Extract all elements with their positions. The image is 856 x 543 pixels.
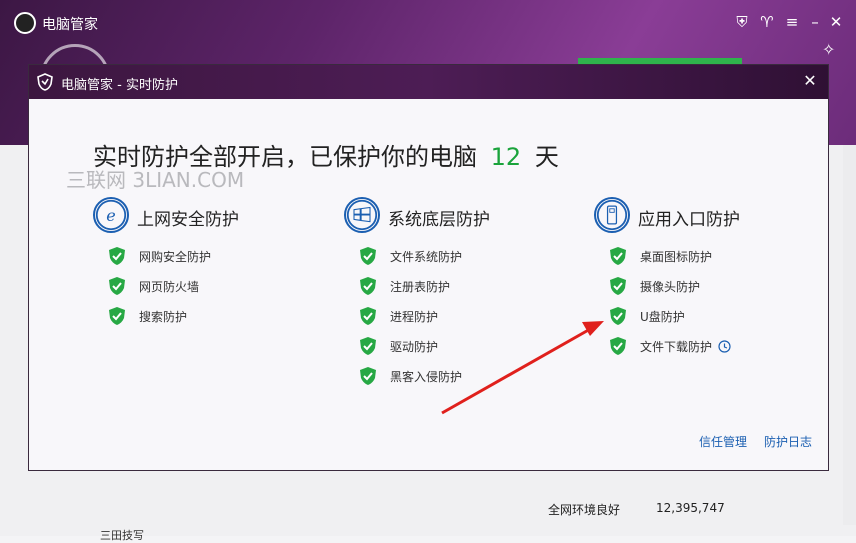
item-label: 网购安全防护: [139, 250, 212, 264]
network-status: 全网环境良好: [548, 503, 621, 517]
shield-icon[interactable]: ⛨: [732, 12, 752, 32]
minimize-icon[interactable]: –: [805, 12, 825, 32]
item-label: 搜索防护: [139, 310, 188, 324]
column-title: 上网安全防护: [137, 210, 239, 230]
item-label: 桌面图标防护: [640, 250, 713, 264]
item-label: 摄像头防护: [640, 280, 701, 294]
app-title: 电脑管家: [42, 17, 98, 33]
protection-log-link[interactable]: 防护日志: [764, 433, 812, 450]
item-label-text: 文件下载防护: [640, 340, 713, 354]
check-shield-icon: [109, 307, 125, 325]
check-shield-icon: [360, 277, 376, 295]
background-bottom-text: 三田技写: [100, 529, 144, 542]
check-shield-icon: [109, 277, 125, 295]
download-clock-icon[interactable]: [718, 340, 731, 353]
protection-count: 12,395,747: [656, 501, 725, 515]
item-label: U盘防护: [640, 310, 685, 324]
windows-icon: [344, 197, 380, 233]
check-shield-icon: [610, 277, 626, 295]
usb-icon: [594, 197, 630, 233]
check-shield-icon: [360, 307, 376, 325]
realtime-protection-dialog: 电脑管家 - 实时防护 ✕ 实时防护全部开启，已保护你的电脑 12 天 三联网 …: [28, 64, 829, 471]
close-icon[interactable]: ✕: [826, 12, 846, 32]
sparkle-icon: ✧: [822, 40, 836, 59]
check-shield-icon: [109, 247, 125, 265]
item-label: 进程防护: [390, 310, 439, 324]
shield-logo-icon: [37, 73, 53, 91]
check-shield-icon: [610, 247, 626, 265]
watermark-text: 三联网 3LIAN.COM: [66, 168, 245, 192]
item-label: 驱动防护: [390, 340, 439, 354]
check-shield-icon: [360, 247, 376, 265]
ie-icon: e: [93, 197, 129, 233]
item-label: 文件下载防护: [640, 338, 731, 355]
headline-unit: 天: [534, 143, 559, 171]
item-label: 网页防火墙: [139, 280, 200, 294]
svg-text:e: e: [106, 206, 115, 225]
app-logo-icon: [14, 12, 36, 34]
dialog-close-button[interactable]: ✕: [800, 71, 820, 91]
check-shield-icon: [360, 337, 376, 355]
dialog-titlebar[interactable]: 电脑管家 - 实时防护 ✕: [29, 65, 828, 99]
item-label: 注册表防护: [390, 280, 451, 294]
check-shield-icon: [610, 337, 626, 355]
column-title: 系统底层防护: [388, 210, 490, 230]
protected-days: 12: [490, 143, 522, 171]
check-shield-icon: [610, 307, 626, 325]
column-title: 应用入口防护: [638, 210, 740, 230]
skin-icon[interactable]: ♈: [757, 12, 777, 32]
item-label: 黑客入侵防护: [390, 370, 463, 384]
menu-icon[interactable]: ≡: [782, 12, 802, 32]
background-scroll-area: [843, 145, 856, 525]
trust-management-link[interactable]: 信任管理: [699, 433, 747, 450]
item-label: 文件系统防护: [390, 250, 463, 264]
dialog-title: 电脑管家 - 实时防护: [61, 78, 178, 93]
check-shield-icon: [360, 367, 376, 385]
